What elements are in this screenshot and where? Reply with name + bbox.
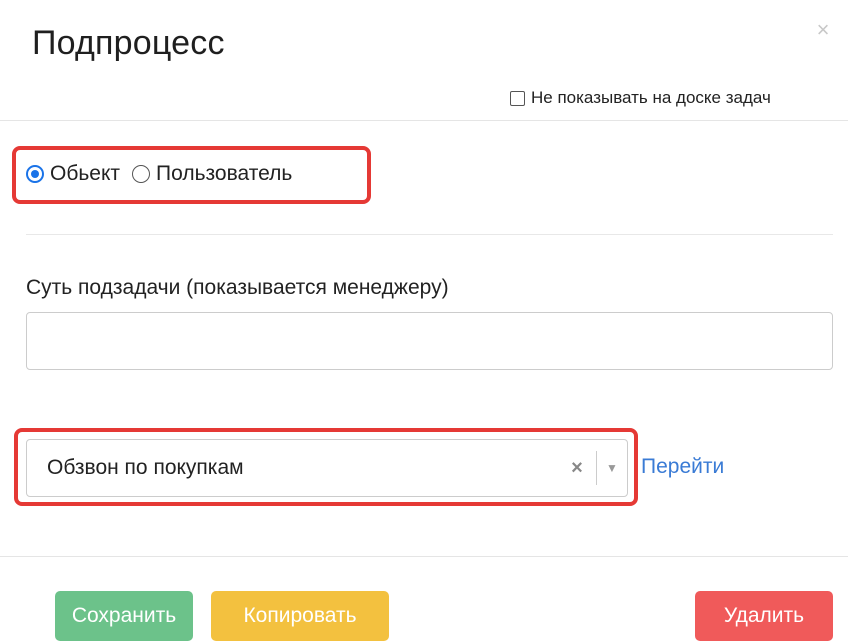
process-select[interactable]: Обзвон по покупкам × ▼ xyxy=(26,439,628,497)
delete-button[interactable]: Удалить xyxy=(695,591,833,641)
chevron-down-icon[interactable]: ▼ xyxy=(597,461,627,475)
footer-divider xyxy=(0,556,848,557)
goto-link[interactable]: Перейти xyxy=(641,455,724,479)
section-divider xyxy=(26,234,833,235)
process-select-value: Обзвон по покупкам xyxy=(47,456,244,479)
subtask-input[interactable] xyxy=(26,312,833,370)
close-icon[interactable]: × xyxy=(813,19,833,41)
radio-user-label[interactable]: Пользователь xyxy=(156,162,292,186)
target-type-radio-group: Обьект Пользователь xyxy=(26,160,304,188)
radio-user[interactable] xyxy=(132,165,151,183)
copy-button[interactable]: Копировать xyxy=(211,591,389,641)
save-button[interactable]: Сохранить xyxy=(55,591,193,641)
dialog-title: Подпроцесс xyxy=(32,24,225,62)
hide-on-board-checkbox[interactable] xyxy=(510,90,525,106)
header-divider xyxy=(0,120,848,121)
subtask-label: Суть подзадачи (показывается менеджеру) xyxy=(26,276,449,299)
radio-object[interactable] xyxy=(26,165,44,183)
hide-on-board-label: Не показывать на доске задач xyxy=(531,88,771,107)
clear-icon[interactable]: × xyxy=(566,457,588,480)
radio-object-label[interactable]: Обьект xyxy=(50,162,120,186)
hide-on-board-option[interactable]: Не показывать на доске задач xyxy=(510,88,771,108)
